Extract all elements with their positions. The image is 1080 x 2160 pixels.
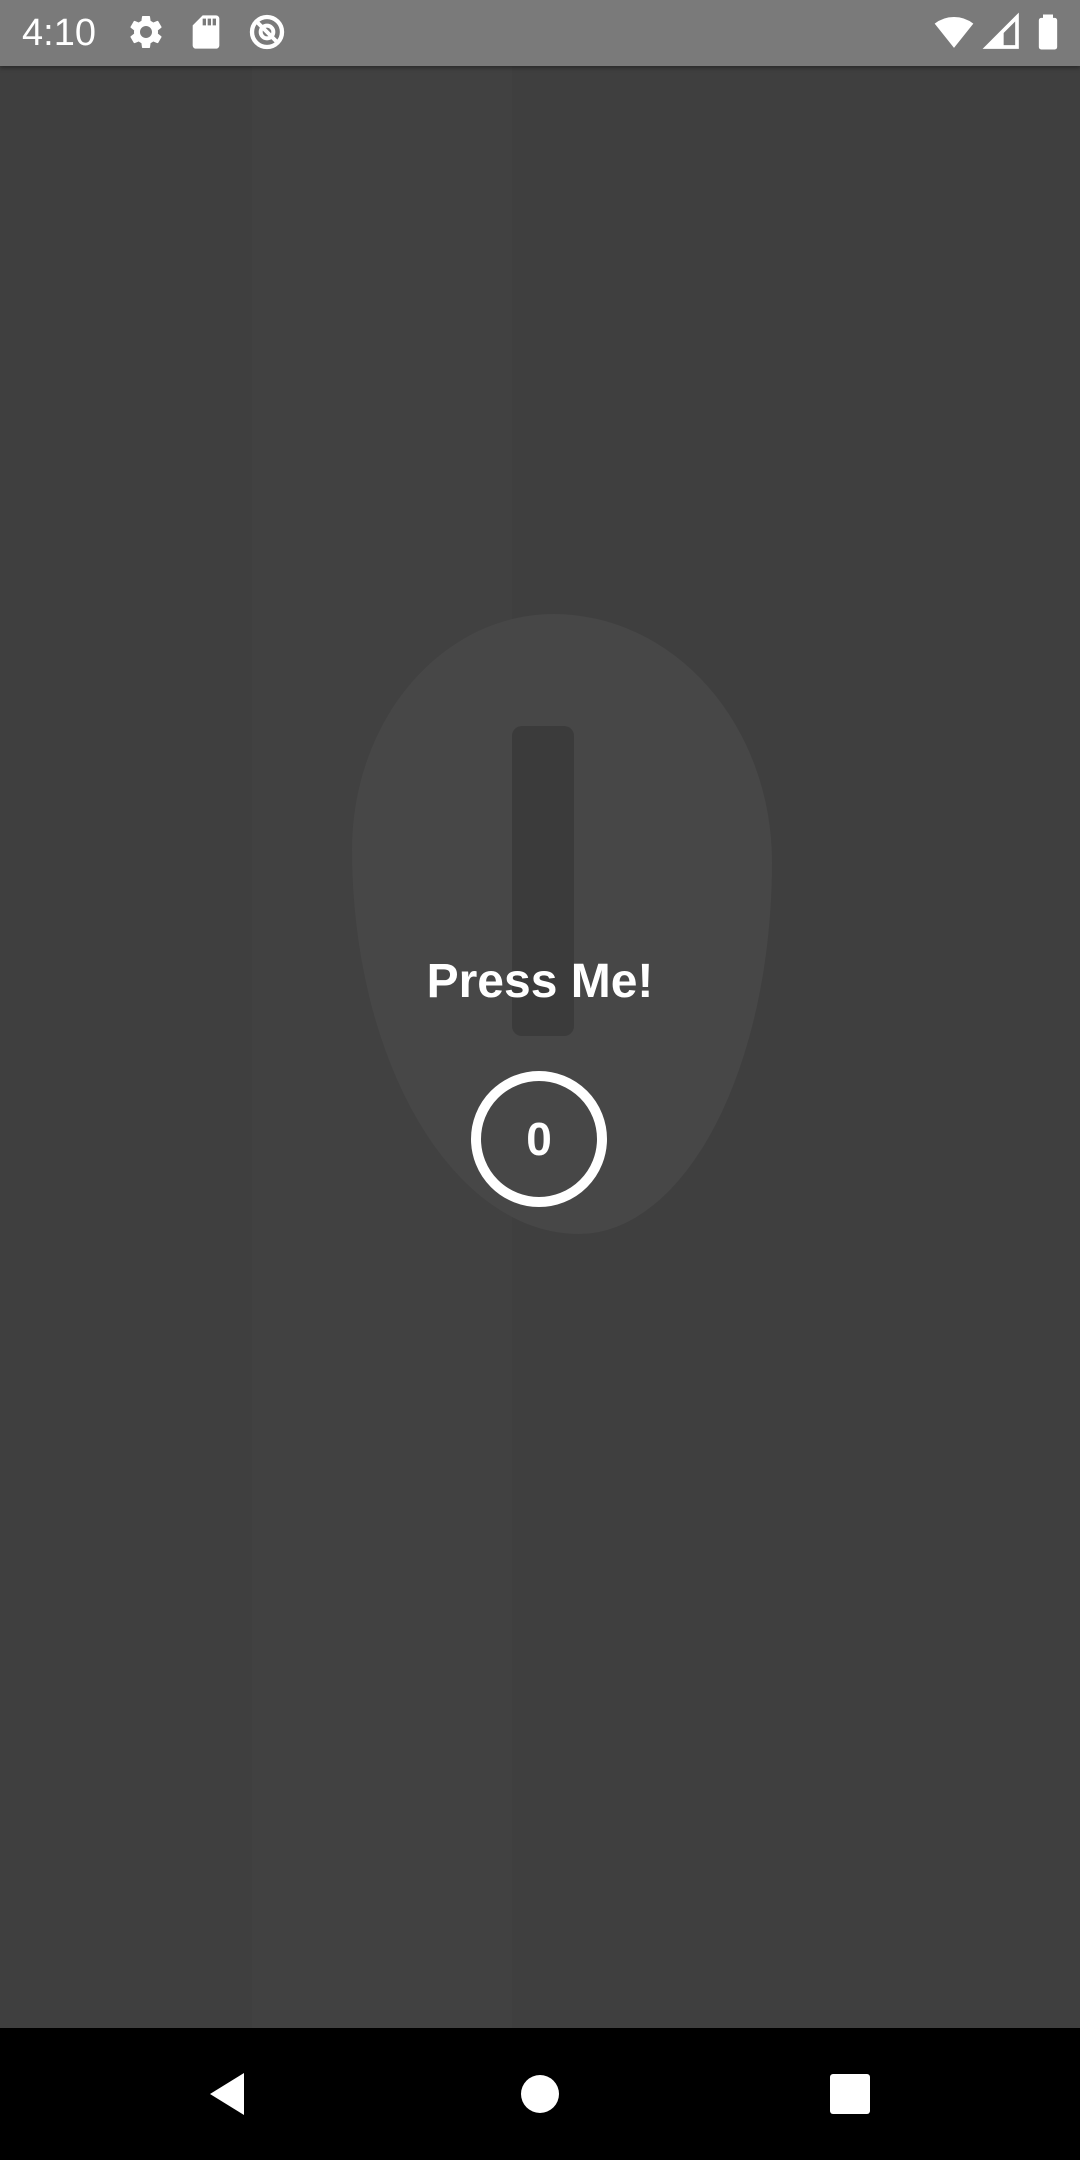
wifi-icon	[934, 12, 974, 52]
sd-card-icon	[186, 12, 226, 52]
back-icon	[210, 2073, 244, 2115]
home-icon	[521, 2075, 559, 2113]
phone-screen: 4:10 Press Me! 0	[0, 0, 1080, 2160]
status-time: 4:10	[22, 12, 96, 54]
back-button[interactable]	[186, 2054, 266, 2134]
status-bar: 4:10	[0, 0, 1080, 66]
recents-icon	[830, 2074, 870, 2114]
app-content	[0, 66, 1080, 2028]
home-button[interactable]	[500, 2054, 580, 2134]
battery-icon	[1028, 12, 1068, 52]
counter-button[interactable]: 0	[471, 1071, 607, 1207]
navigation-bar	[0, 2028, 1080, 2160]
counter-value: 0	[526, 1113, 552, 1165]
press-me-title: Press Me!	[426, 955, 654, 1008]
cellular-signal-icon	[982, 12, 1022, 52]
settings-icon	[126, 12, 166, 52]
recents-button[interactable]	[810, 2054, 890, 2134]
data-saver-icon	[247, 12, 287, 52]
